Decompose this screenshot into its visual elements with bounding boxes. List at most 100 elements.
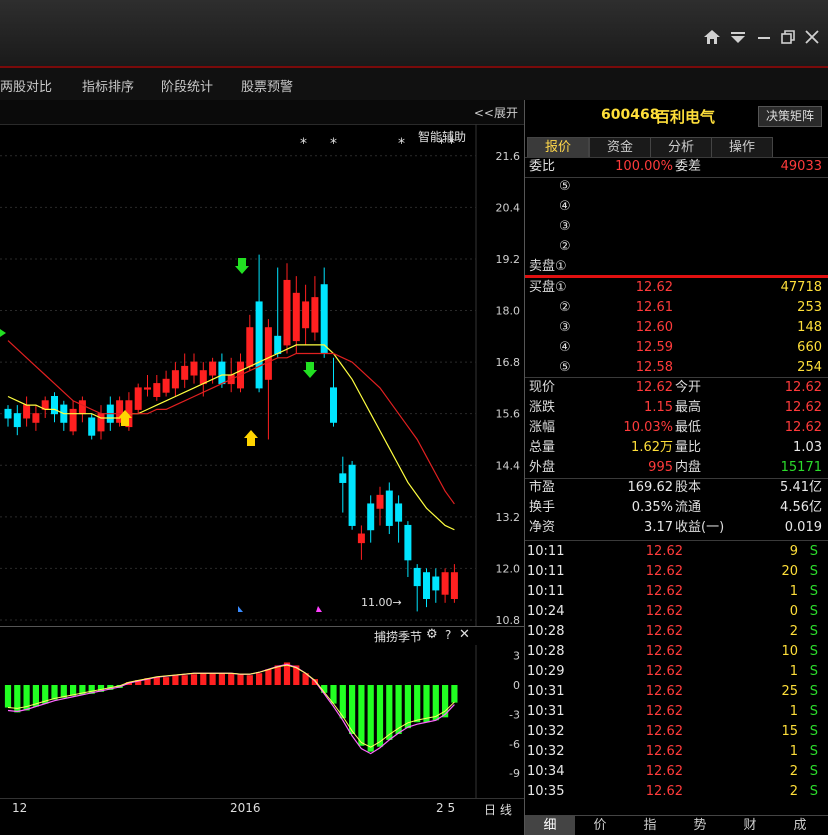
- macd-axis-label: 0: [513, 679, 520, 692]
- ask-level-row[interactable]: ②: [525, 237, 828, 257]
- candle: [339, 473, 347, 483]
- macd-axis-label: 3: [513, 650, 520, 663]
- bid-volume: 254: [797, 360, 822, 375]
- ask-level-label: ④: [559, 199, 571, 214]
- macd-bar: [451, 685, 458, 703]
- ask-level-row[interactable]: ④: [525, 197, 828, 217]
- bottom-tab[interactable]: 势: [675, 816, 725, 835]
- tick-row: 10:29 12.62 1 S: [527, 664, 818, 679]
- ask-level-label: ⑤: [559, 179, 571, 194]
- minimize-icon[interactable]: [754, 28, 774, 48]
- y-tick-label: 15.6: [496, 408, 521, 421]
- candle: [181, 365, 189, 380]
- y-tick-label: 20.4: [496, 201, 521, 214]
- candle: [4, 408, 12, 419]
- macd-bar: [172, 675, 179, 685]
- macd-bar: [51, 685, 58, 700]
- candle: [153, 383, 161, 397]
- macd-bar: [228, 673, 235, 685]
- candle: [450, 572, 458, 600]
- ask-level-row[interactable]: 卖盘①: [525, 257, 828, 277]
- fundamental-row: 换手 0.35% 流通 4.56亿: [529, 500, 822, 515]
- macd-bar: [246, 675, 253, 685]
- y-tick-label: 13.2: [496, 511, 521, 524]
- candle: [413, 567, 421, 587]
- macd-bar: [200, 673, 207, 685]
- ask-level-row[interactable]: ⑤: [525, 177, 828, 197]
- home-icon[interactable]: [702, 28, 722, 48]
- bid-level-row[interactable]: ③ 12.60 148: [525, 318, 828, 338]
- menu-compare[interactable]: 两股对比: [0, 76, 52, 95]
- menu-period-stats[interactable]: 阶段统计: [161, 76, 213, 95]
- candle: [423, 572, 430, 600]
- fundamental-row: 净资 3.17 收益(一) 0.019: [529, 520, 822, 535]
- candle: [395, 503, 403, 522]
- candle: [13, 413, 21, 428]
- macd-bar: [163, 677, 170, 685]
- decision-matrix-button[interactable]: 决策矩阵: [758, 106, 822, 127]
- bid-level-row[interactable]: ④ 12.59 660: [525, 338, 828, 358]
- macd-bar: [274, 665, 281, 685]
- menu-stock-alert[interactable]: 股票预警: [241, 76, 293, 95]
- tick-row: 10:11 12.62 1 S: [527, 584, 818, 599]
- x-label: 12: [12, 801, 28, 815]
- tick-row: 10:34 12.62 2 S: [527, 764, 818, 779]
- candle: [264, 327, 272, 380]
- bottom-tab[interactable]: 成: [775, 816, 825, 835]
- bid-price: 12.59: [635, 340, 673, 355]
- candle: [199, 370, 207, 385]
- macd-bar: [237, 674, 244, 685]
- x-label: 2 5: [436, 801, 456, 815]
- triangle-marker: [238, 606, 243, 612]
- bottom-tab[interactable]: 价: [575, 816, 625, 835]
- assist-label[interactable]: 智能辅助: [418, 128, 466, 145]
- restore-icon[interactable]: [778, 28, 798, 48]
- tab-quote[interactable]: 报价: [527, 137, 589, 158]
- close-icon[interactable]: [802, 28, 822, 48]
- tab-funds[interactable]: 资金: [589, 137, 651, 158]
- candle: [144, 387, 151, 390]
- ask-level-label: 卖盘①: [529, 259, 567, 274]
- quote-panel: 600468 百利电气 决策矩阵 报价 资金 分析 操作 委比 100.00% …: [525, 100, 828, 835]
- period-label[interactable]: 日 线: [484, 801, 512, 818]
- ask-level-row[interactable]: ③: [525, 217, 828, 237]
- candle: [32, 413, 40, 423]
- macd-chart[interactable]: 3 0 -3 -6 -9: [0, 645, 524, 798]
- quote-row: 总量 1.62万 量比 1.03: [529, 440, 822, 455]
- tab-analysis[interactable]: 分析: [650, 137, 712, 158]
- macd-bar: [190, 674, 198, 685]
- menu-indicator-rank[interactable]: 指标排序: [82, 76, 134, 95]
- candle: [88, 417, 96, 436]
- bid-level-row[interactable]: ② 12.61 253: [525, 298, 828, 318]
- price-chart[interactable]: 21.6 20.4 19.2 18.0 16.8 15.6 14.4 13.2 12.0 10.8…: [0, 124, 524, 626]
- close-indicator-icon[interactable]: ✕: [459, 627, 470, 642]
- bid-level-label: ②: [559, 300, 571, 315]
- bottom-tab[interactable]: 指: [625, 816, 675, 835]
- bid-price: 12.61: [635, 300, 673, 315]
- menu-dropdown-icon[interactable]: [728, 28, 748, 48]
- bottom-tab[interactable]: 财: [725, 816, 775, 835]
- y-tick-label: 12.0: [496, 562, 521, 575]
- bid-price: 12.58: [635, 360, 673, 375]
- tab-operation[interactable]: 操作: [711, 137, 773, 158]
- expand-button[interactable]: <<展开: [474, 104, 518, 121]
- settings-gear-icon[interactable]: ⚙: [426, 627, 438, 642]
- macd-bar: [4, 685, 12, 708]
- bid-volume: 660: [797, 340, 822, 355]
- candle: [69, 408, 77, 432]
- y-tick-label: 19.2: [496, 253, 521, 266]
- macd-bar: [386, 685, 393, 740]
- y-tick-label: 14.4: [496, 459, 521, 472]
- bid-level-row[interactable]: ⑤ 12.58 254: [525, 358, 828, 378]
- chart-header: <<展开: [0, 100, 524, 125]
- macd-bar: [218, 673, 225, 685]
- bid-level-row[interactable]: 买盘① 12.62 47718: [525, 278, 828, 298]
- tick-row: 10:31 12.62 25 S: [527, 684, 818, 699]
- y-tick-label: 18.0: [496, 305, 521, 318]
- bottom-tab[interactable]: 细: [525, 816, 575, 835]
- macd-axis-label: -6: [509, 738, 520, 751]
- star-marker: *: [330, 136, 337, 152]
- candle: [209, 361, 217, 376]
- help-icon[interactable]: ?: [445, 628, 451, 642]
- sell-signal-icon: [238, 258, 246, 266]
